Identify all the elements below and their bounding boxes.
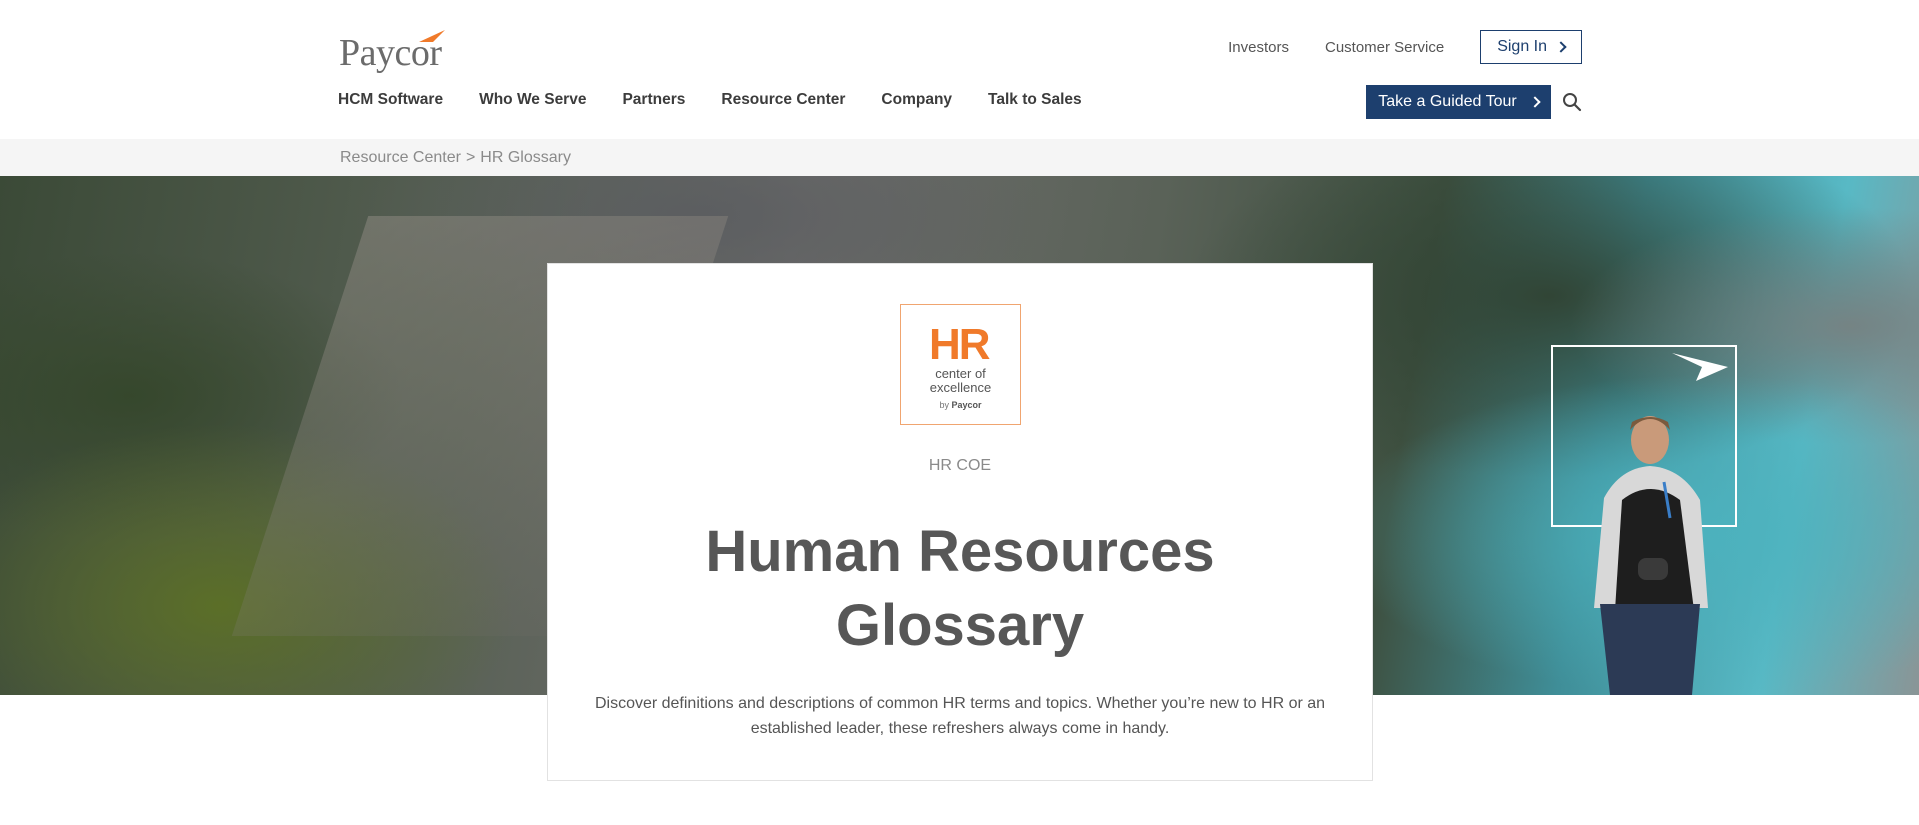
main-nav: HCM Software Who We Serve Partners Resou… [338, 91, 1118, 109]
page-description: Discover definitions and descriptions of… [588, 691, 1332, 741]
nav-hcm-software[interactable]: HCM Software [338, 91, 443, 109]
paycor-logo[interactable]: Paycor [339, 30, 445, 72]
breadcrumb-separator: > [465, 149, 476, 166]
hero-card: HR center of excellence by Paycor HR COE… [547, 263, 1373, 781]
utility-nav: Investors Customer Service Sign In [1228, 30, 1582, 64]
page-title-line-1: Human Resources [705, 519, 1215, 584]
chevron-right-icon [1555, 41, 1567, 53]
logo-swoosh-icon [419, 30, 445, 42]
page-title: Human Resources Glossary [548, 515, 1372, 663]
badge-by-line: by Paycor [901, 400, 1020, 410]
description-line-2: established leader, these refreshers alw… [750, 720, 1170, 737]
sign-in-label: Sign In [1497, 38, 1547, 55]
arrow-graphic-icon [1672, 353, 1728, 381]
nav-who-we-serve[interactable]: Who We Serve [479, 91, 586, 109]
nav-resource-center[interactable]: Resource Center [721, 91, 845, 109]
guided-tour-button[interactable]: Take a Guided Tour [1366, 85, 1551, 119]
nav-partners[interactable]: Partners [622, 91, 685, 109]
badge-by-brand: Paycor [951, 400, 982, 410]
eyebrow-label: HR COE [928, 457, 992, 474]
site-header: Paycor Investors Customer Service Sign I… [0, 0, 1919, 139]
breadcrumb-bar: Resource Center > HR Glossary [0, 139, 1919, 176]
nav-talk-to-sales[interactable]: Talk to Sales [988, 91, 1082, 109]
guided-tour-label: Take a Guided Tour [1378, 93, 1517, 110]
investors-link[interactable]: Investors [1228, 39, 1289, 56]
hr-coe-badge: HR center of excellence by Paycor [900, 304, 1021, 425]
hiker-figure [1594, 416, 1708, 695]
badge-by: by [939, 400, 949, 410]
badge-line-2: excellence [929, 380, 992, 395]
nav-company[interactable]: Company [881, 91, 952, 109]
chevron-right-icon [1529, 96, 1541, 108]
customer-service-link[interactable]: Customer Service [1325, 39, 1444, 56]
badge-hr-text: HR [929, 320, 991, 369]
description-line-1: Discover definitions and descriptions of… [594, 695, 1326, 712]
breadcrumb-resource-center[interactable]: Resource Center [340, 149, 461, 166]
breadcrumb-current: HR Glossary [480, 149, 571, 166]
breadcrumb: Resource Center > HR Glossary [340, 149, 571, 167]
search-icon[interactable] [1562, 92, 1582, 112]
page-title-line-2: Glossary [835, 593, 1085, 658]
badge-line-1: center of [935, 366, 986, 381]
sign-in-button[interactable]: Sign In [1480, 30, 1582, 64]
